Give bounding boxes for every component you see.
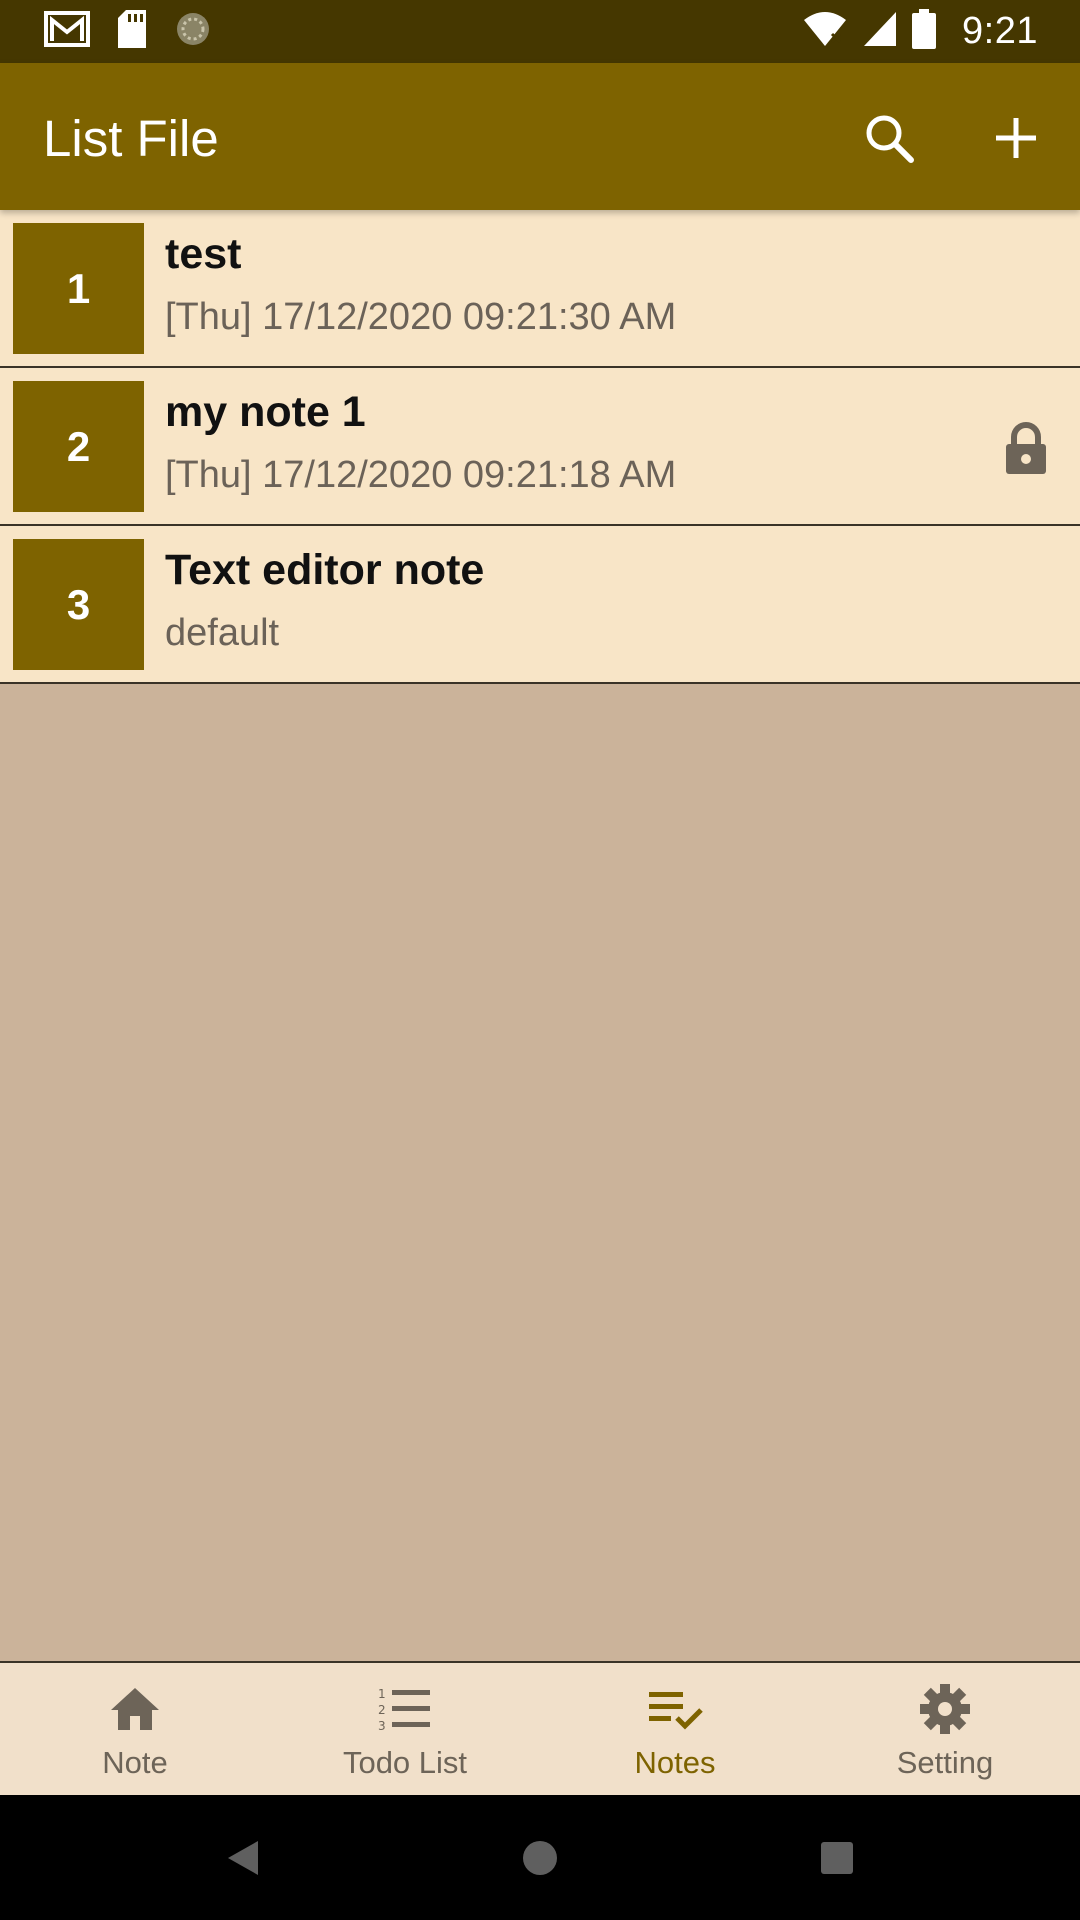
svg-text:2: 2 — [378, 1703, 386, 1717]
system-navigation-bar — [0, 1795, 1080, 1920]
item-subtitle: [Thu] 17/12/2020 09:21:30 AM — [165, 296, 677, 338]
recents-button[interactable] — [809, 1830, 865, 1886]
item-subtitle: [Thu] 17/12/2020 09:21:18 AM — [165, 454, 677, 496]
list-item[interactable]: 3 Text editor note default — [0, 526, 1080, 684]
bottom-navigation: Note 1 2 3 Todo List Notes Setting — [0, 1661, 1080, 1795]
nav-label: Todo List — [342, 1745, 468, 1780]
item-title: Text editor note — [165, 546, 485, 594]
gmail-icon — [44, 10, 90, 52]
list-item[interactable]: 1 test [Thu] 17/12/2020 09:21:30 AM — [0, 210, 1080, 368]
item-subtitle: default — [165, 612, 280, 654]
signal-icon — [862, 10, 898, 53]
add-icon — [996, 118, 1036, 158]
home-circle-icon — [523, 1841, 557, 1875]
item-number-badge: 2 — [13, 381, 144, 512]
nav-item-todo-list[interactable]: 1 2 3 Todo List — [270, 1663, 540, 1795]
nav-label: Notes — [634, 1745, 716, 1780]
lock-icon — [1004, 422, 1048, 474]
playlist-check-icon — [647, 1681, 703, 1737]
recents-icon — [821, 1842, 853, 1874]
nav-item-notes[interactable]: Notes — [540, 1663, 810, 1795]
list-item[interactable]: 2 my note 1 [Thu] 17/12/2020 09:21:18 AM — [0, 368, 1080, 526]
status-right-icons: 9:21 — [802, 8, 1038, 54]
file-list: 1 test [Thu] 17/12/2020 09:21:30 AM 2 my… — [0, 210, 1080, 684]
app-bar: List File — [0, 63, 1080, 210]
search-icon — [866, 115, 914, 163]
back-icon — [228, 1841, 258, 1875]
nav-item-note[interactable]: Note — [0, 1663, 270, 1795]
status-bar: 9:21 — [0, 0, 1080, 63]
gear-icon — [917, 1681, 973, 1737]
item-title: my note 1 — [165, 388, 366, 436]
add-button[interactable] — [981, 103, 1051, 173]
nav-label: Note — [102, 1745, 168, 1780]
item-title: test — [165, 230, 242, 278]
item-number-badge: 1 — [13, 223, 144, 354]
back-button[interactable] — [215, 1830, 271, 1886]
status-time: 9:21 — [962, 9, 1038, 52]
svg-text:3: 3 — [378, 1719, 386, 1732]
nav-item-setting[interactable]: Setting — [810, 1663, 1080, 1795]
nav-label: Setting — [896, 1745, 994, 1780]
numbered-list-icon: 1 2 3 — [377, 1681, 433, 1737]
home-icon — [107, 1681, 163, 1737]
sd-card-icon — [116, 9, 148, 53]
item-number-badge: 3 — [13, 539, 144, 670]
wifi-icon — [802, 10, 848, 53]
home-button[interactable] — [512, 1830, 568, 1886]
page-title: List File — [43, 110, 219, 167]
status-left-icons — [44, 9, 212, 53]
sync-icon — [174, 10, 212, 53]
svg-text:1: 1 — [378, 1687, 386, 1701]
search-button[interactable] — [854, 103, 924, 173]
battery-icon — [912, 8, 937, 54]
